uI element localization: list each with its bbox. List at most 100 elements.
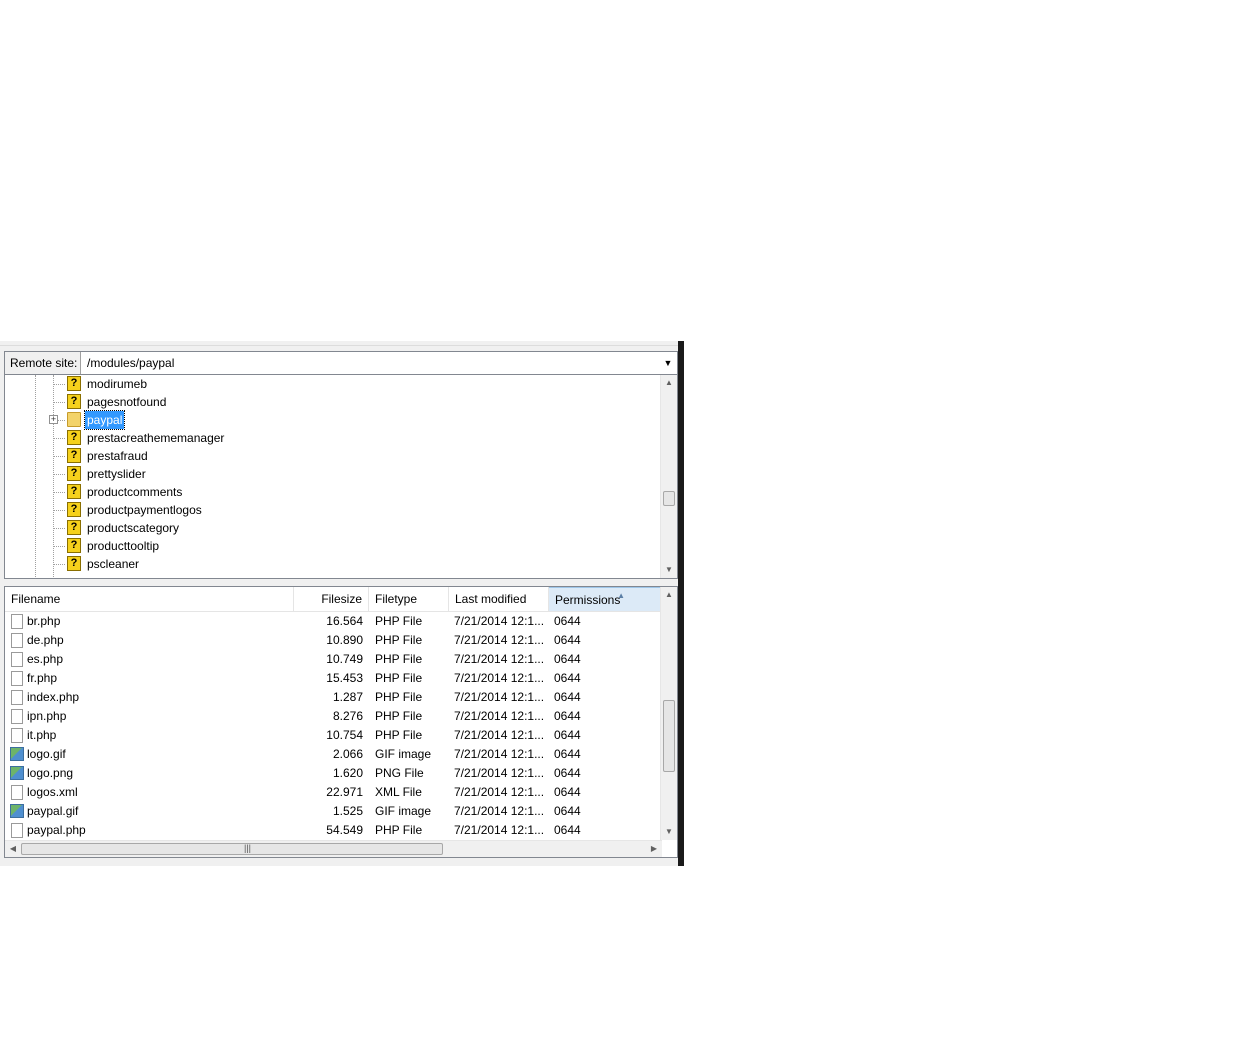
file-type: PHP File: [375, 823, 423, 837]
file-size: 15.453: [326, 671, 363, 685]
file-list-horizontal-scrollbar[interactable]: ◀ ||| ▶: [5, 840, 662, 857]
scroll-up-arrow-icon[interactable]: ▲: [661, 375, 677, 391]
file-size: 1.620: [332, 766, 363, 780]
scrollbar-thumb[interactable]: [663, 700, 675, 772]
question-icon: ?: [67, 430, 81, 445]
file-row[interactable]: logo.gif 2.066 GIF image 7/21/2014 12:1... 0…: [5, 745, 662, 764]
file-type: PHP File: [375, 709, 423, 723]
folder-icon: [67, 412, 81, 427]
scrollbar-thumb[interactable]: [663, 491, 675, 506]
image-icon: [10, 747, 24, 761]
column-header-last-modified[interactable]: Last modified: [449, 587, 549, 611]
file-size: 22.971: [326, 785, 363, 799]
file-permissions: 0644: [554, 823, 581, 837]
file-type: GIF image: [375, 747, 432, 761]
file-name: logo.png: [27, 766, 74, 780]
file-row[interactable]: de.php 10.890 PHP File 7/21/2014 12:1... 064…: [5, 631, 662, 650]
tree-item-label: producttooltip: [87, 539, 160, 553]
file-icon: [11, 709, 23, 724]
column-header-filename[interactable]: Filename: [5, 587, 294, 611]
tree-connector: [53, 546, 65, 547]
file-permissions: 0644: [554, 671, 581, 685]
file-row[interactable]: es.php 10.749 PHP File 7/21/2014 12:1... 064…: [5, 650, 662, 669]
file-type: PHP File: [375, 728, 423, 742]
file-modified: 7/21/2014 12:1...: [454, 690, 545, 704]
tree-item-label: modirumeb: [87, 377, 148, 391]
tree-connector: [53, 384, 65, 385]
question-icon: ?: [67, 502, 81, 517]
file-type: GIF image: [375, 804, 432, 818]
tree-item-label: productpaymentlogos: [87, 503, 202, 517]
file-name: es.php: [27, 652, 64, 666]
file-icon: [11, 652, 23, 667]
file-modified: 7/21/2014 12:1...: [454, 652, 545, 666]
question-icon: ?: [67, 520, 81, 535]
question-icon: ?: [67, 394, 81, 409]
tree-item-label: prestafraud: [87, 449, 148, 463]
tree-item-label: pscleaner: [87, 557, 140, 571]
file-type: PNG File: [375, 766, 424, 780]
tree-item-label: prettyslider: [87, 467, 146, 481]
file-row[interactable]: index.php 1.287 PHP File 7/21/2014 12:1... 0…: [5, 688, 662, 707]
file-modified: 7/21/2014 12:1...: [454, 671, 545, 685]
scroll-down-arrow-icon[interactable]: ▼: [661, 562, 677, 578]
scroll-left-arrow-icon[interactable]: ◀: [5, 841, 21, 857]
tree-item-label: prestacreathememanager: [87, 431, 225, 445]
file-row[interactable]: logos.xml 22.971 XML File 7/21/2014 12:1...…: [5, 783, 662, 802]
file-row[interactable]: ipn.php 8.276 PHP File 7/21/2014 12:1... 064…: [5, 707, 662, 726]
column-header-filesize[interactable]: Filesize: [294, 587, 369, 611]
file-row[interactable]: it.php 10.754 PHP File 7/21/2014 12:1... 064…: [5, 726, 662, 745]
file-icon: [11, 823, 23, 838]
file-name: it.php: [27, 728, 57, 742]
file-name: ipn.php: [27, 709, 67, 723]
remote-path-input[interactable]: /modules/paypal: [87, 352, 174, 374]
remote-file-list: Filename Filesize Filetype Last modified…: [4, 586, 678, 858]
file-type: PHP File: [375, 652, 423, 666]
remote-site-bar: Remote site: /modules/paypal ▼: [4, 351, 678, 375]
file-permissions: 0644: [554, 690, 581, 704]
tree-guide-line: [35, 375, 36, 578]
remote-site-label: Remote site:: [5, 352, 81, 374]
file-list-vertical-scrollbar[interactable]: ▲ ▼: [660, 587, 677, 840]
file-type: PHP File: [375, 690, 423, 704]
file-permissions: 0644: [554, 614, 581, 628]
chevron-down-icon[interactable]: ▼: [661, 352, 675, 374]
file-name: paypal.php: [27, 823, 86, 837]
file-modified: 7/21/2014 12:1...: [454, 804, 545, 818]
file-type: XML File: [375, 785, 422, 799]
file-modified: 7/21/2014 12:1...: [454, 709, 545, 723]
scroll-up-arrow-icon[interactable]: ▲: [661, 587, 677, 603]
question-icon: ?: [67, 556, 81, 571]
tree-vertical-scrollbar[interactable]: ▲ ▼: [660, 375, 677, 578]
scroll-right-arrow-icon[interactable]: ▶: [646, 841, 662, 857]
scrollbar-thumb[interactable]: |||: [21, 843, 443, 855]
file-name: index.php: [27, 690, 80, 704]
file-name: fr.php: [27, 671, 58, 685]
file-row[interactable]: br.php 16.564 PHP File 7/21/2014 12:1... 064…: [5, 612, 662, 631]
question-icon: ?: [67, 448, 81, 463]
column-header-permissions[interactable]: Permissions ▲: [549, 587, 662, 611]
panel-splitter[interactable]: [678, 341, 684, 866]
file-row[interactable]: logo.png 1.620 PNG File 7/21/2014 12:1... 06…: [5, 764, 662, 783]
file-icon: [11, 633, 23, 648]
file-name: de.php: [27, 633, 64, 647]
tree-item-label: paypal: [83, 410, 126, 430]
expand-icon[interactable]: +: [49, 415, 58, 424]
question-icon: ?: [67, 466, 81, 481]
file-size: 2.066: [332, 747, 363, 761]
file-row[interactable]: paypal.gif 1.525 GIF image 7/21/2014 12:1..…: [5, 802, 662, 821]
file-row[interactable]: fr.php 15.453 PHP File 7/21/2014 12:1... 064…: [5, 669, 662, 688]
file-modified: 7/21/2014 12:1...: [454, 766, 545, 780]
file-permissions: 0644: [554, 747, 581, 761]
tree-connector: [53, 402, 65, 403]
scroll-down-arrow-icon[interactable]: ▼: [661, 824, 677, 840]
file-size: 10.754: [326, 728, 363, 742]
tree-item-label: productscategory: [87, 521, 180, 535]
file-name: logos.xml: [27, 785, 78, 799]
tree-connector: [53, 510, 65, 511]
file-permissions: 0644: [554, 766, 581, 780]
file-row[interactable]: paypal.php 54.549 PHP File 7/21/2014 12:1..…: [5, 821, 662, 840]
file-icon: [11, 785, 23, 800]
file-modified: 7/21/2014 12:1...: [454, 785, 545, 799]
column-header-filetype[interactable]: Filetype: [369, 587, 449, 611]
